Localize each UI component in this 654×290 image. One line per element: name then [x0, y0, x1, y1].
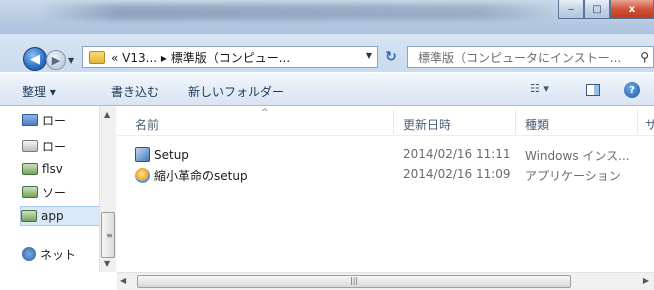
column-divider[interactable]: [393, 110, 394, 134]
scroll-down-icon[interactable]: ▼: [104, 259, 110, 268]
network-drive-icon: [21, 210, 37, 222]
change-view-button[interactable]: ☷ ▾: [530, 82, 549, 95]
scroll-grip: |||: [350, 276, 359, 285]
nav-item-source[interactable]: ソー: [22, 182, 102, 202]
drive-icon: [22, 140, 38, 152]
forward-arrow-icon: ▶: [51, 53, 61, 67]
scroll-thumb[interactable]: |||: [137, 275, 571, 288]
scroll-thumb[interactable]: ≡: [101, 212, 115, 258]
file-list: ^ 名前 更新日時 種類 サ Setup 2014/02/16 11:11 Wi…: [117, 106, 654, 272]
help-icon: ?: [629, 84, 635, 96]
file-type: Windows インス...: [525, 149, 630, 163]
scroll-grip: ≡: [106, 231, 113, 240]
column-name[interactable]: 名前: [135, 116, 159, 133]
nav-item-local-2[interactable]: ロー: [22, 136, 102, 156]
nav-vertical-scrollbar[interactable]: ▲ ≡ ▼: [99, 106, 116, 272]
window-title-blurred: [40, 4, 560, 20]
maximize-button[interactable]: □: [584, 0, 610, 19]
help-button[interactable]: ?: [624, 82, 640, 98]
maximize-icon: □: [592, 3, 602, 15]
desktop-icon: [22, 114, 38, 126]
refresh-button[interactable]: ↻: [380, 46, 402, 68]
burn-button[interactable]: 書き込む: [111, 83, 159, 100]
scroll-up-icon[interactable]: ▲: [104, 110, 110, 119]
minimize-icon: ‒: [567, 3, 575, 15]
file-name-cell: 縮小革命のsetup: [135, 167, 248, 184]
address-bar[interactable]: « V13... ▸ 標準版（コンピュー... ▼: [82, 46, 378, 68]
nav-item-app[interactable]: app: [20, 206, 106, 226]
column-header-row: ^ 名前 更新日時 種類 サ: [117, 106, 654, 136]
nav-item-local-1[interactable]: ロー: [22, 110, 102, 130]
back-arrow-icon: ◀: [30, 51, 40, 67]
file-name: 縮小革命のsetup: [154, 169, 248, 183]
file-type: アプリケーション: [525, 169, 621, 183]
nav-item-label: ロー: [42, 139, 67, 154]
scroll-left-icon[interactable]: ◀: [120, 276, 126, 285]
column-divider[interactable]: [637, 110, 638, 134]
minimize-button[interactable]: ‒: [558, 0, 584, 19]
nav-item-label: app: [41, 209, 64, 223]
back-button[interactable]: ◀: [23, 47, 47, 71]
nav-item-label: ソー: [42, 185, 67, 200]
recent-pages-dropdown[interactable]: ▼: [68, 56, 74, 65]
nav-item-flsv[interactable]: flsv: [22, 159, 102, 179]
scroll-right-icon[interactable]: ▶: [643, 276, 649, 285]
sort-ascending-icon: ^: [261, 108, 269, 118]
folder-icon: [89, 50, 105, 64]
preview-pane-icon[interactable]: [586, 84, 600, 96]
column-type[interactable]: 種類: [525, 116, 549, 133]
nav-item-label: flsv: [42, 162, 63, 176]
search-placeholder: 標準版（コンピュータにインストー...: [418, 50, 622, 65]
file-row[interactable]: Setup 2014/02/16 11:11 Windows インス...: [117, 144, 654, 164]
refresh-icon: ↻: [385, 49, 397, 65]
column-date-modified[interactable]: 更新日時: [403, 116, 451, 133]
title-bar[interactable]: ‒ □ x: [0, 0, 654, 34]
setup-icon: [135, 147, 150, 162]
address-path: « V13... ▸ 標準版（コンピュー...: [111, 50, 291, 65]
close-button[interactable]: x: [610, 0, 654, 19]
horizontal-scrollbar[interactable]: ◀ ||| ▶: [117, 272, 654, 290]
column-size[interactable]: サ: [645, 116, 654, 133]
column-divider[interactable]: [515, 110, 516, 134]
close-icon: x: [628, 3, 636, 15]
file-name-cell: Setup: [135, 147, 189, 162]
address-dropdown-icon[interactable]: ▼: [366, 51, 372, 60]
nav-item-network[interactable]: ネット: [22, 244, 102, 264]
network-icon: [22, 247, 36, 261]
file-name: Setup: [154, 147, 189, 162]
nav-pane-bottom: [0, 272, 117, 290]
nav-item-label: ロー: [42, 113, 67, 128]
network-drive-icon: [22, 163, 38, 175]
search-input[interactable]: 標準版（コンピュータにインストー... ⚲: [407, 46, 654, 68]
caption-buttons: ‒ □ x: [558, 0, 654, 22]
file-date: 2014/02/16 11:11: [403, 147, 511, 161]
application-icon: [135, 168, 150, 183]
search-icon[interactable]: ⚲: [640, 50, 649, 64]
forward-button[interactable]: ▶: [46, 50, 66, 70]
new-folder-button[interactable]: 新しいフォルダー: [188, 83, 284, 100]
nav-item-label: ネット: [40, 247, 77, 262]
network-drive-icon: [22, 186, 38, 198]
file-date: 2014/02/16 11:09: [403, 167, 511, 181]
file-row[interactable]: 縮小革命のsetup 2014/02/16 11:09 アプリケーション: [117, 164, 654, 184]
command-bar: 整理 ▾ 書き込む 新しいフォルダー ☷ ▾ ?: [0, 72, 654, 106]
organize-button[interactable]: 整理 ▾: [22, 83, 56, 100]
